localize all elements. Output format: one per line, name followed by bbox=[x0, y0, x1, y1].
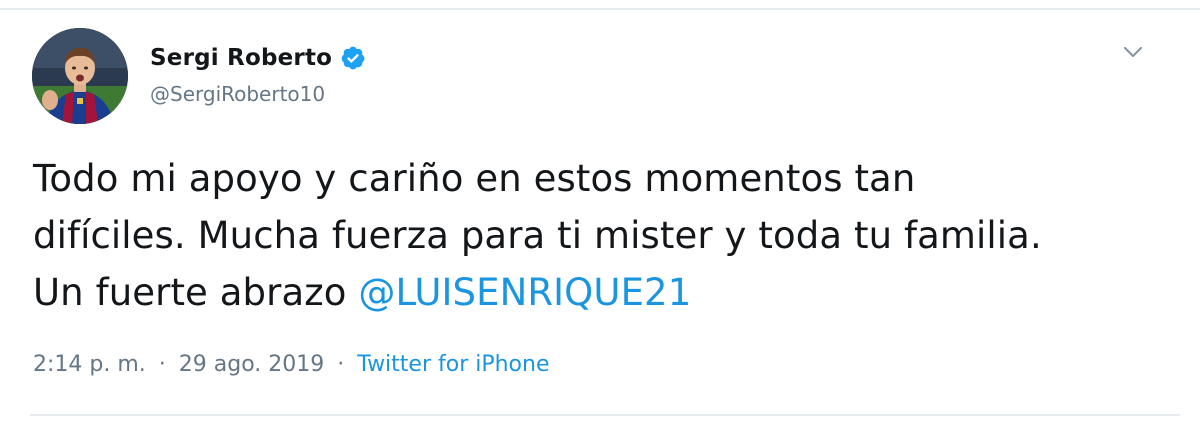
tweet-date[interactable]: 29 ago. 2019 bbox=[179, 352, 324, 377]
name-row: Sergi Roberto bbox=[150, 40, 366, 76]
mention-link[interactable]: @LUISENRIQUE21 bbox=[358, 271, 691, 314]
tweet-text-line-3: Un fuerte abrazo @LUISENRIQUE21 bbox=[33, 264, 1173, 321]
avatar[interactable] bbox=[32, 28, 128, 124]
meta-separator: · bbox=[158, 352, 166, 377]
tweet-time[interactable]: 2:14 p. m. bbox=[33, 352, 146, 377]
tweet-header: Sergi Roberto @SergiRoberto10 bbox=[150, 40, 366, 106]
tweet-card: Sergi Roberto @SergiRoberto10 Todo mi ap… bbox=[0, 0, 1200, 432]
author-name[interactable]: Sergi Roberto bbox=[150, 45, 332, 71]
tweet-text-line-1: Todo mi apoyo y cariño en estos momentos… bbox=[33, 157, 916, 200]
author-handle[interactable]: @SergiRoberto10 bbox=[150, 82, 366, 106]
verified-badge-icon bbox=[340, 45, 366, 71]
tweet-text-line-3-text: Un fuerte abrazo bbox=[33, 271, 359, 314]
chevron-down-icon[interactable] bbox=[1118, 40, 1148, 64]
tweet-text: Todo mi apoyo y cariño en estos momentos… bbox=[33, 150, 1173, 321]
bottom-divider bbox=[30, 414, 1180, 416]
meta-separator-2: · bbox=[337, 352, 345, 377]
avatar-image bbox=[32, 28, 128, 124]
tweet-source-link[interactable]: Twitter for iPhone bbox=[357, 352, 549, 377]
top-divider bbox=[0, 8, 1200, 10]
tweet-meta: 2:14 p. m. · 29 ago. 2019 · Twitter for … bbox=[33, 352, 550, 377]
tweet-text-line-2: difíciles. Mucha fuerza para ti mister y… bbox=[33, 214, 1042, 257]
